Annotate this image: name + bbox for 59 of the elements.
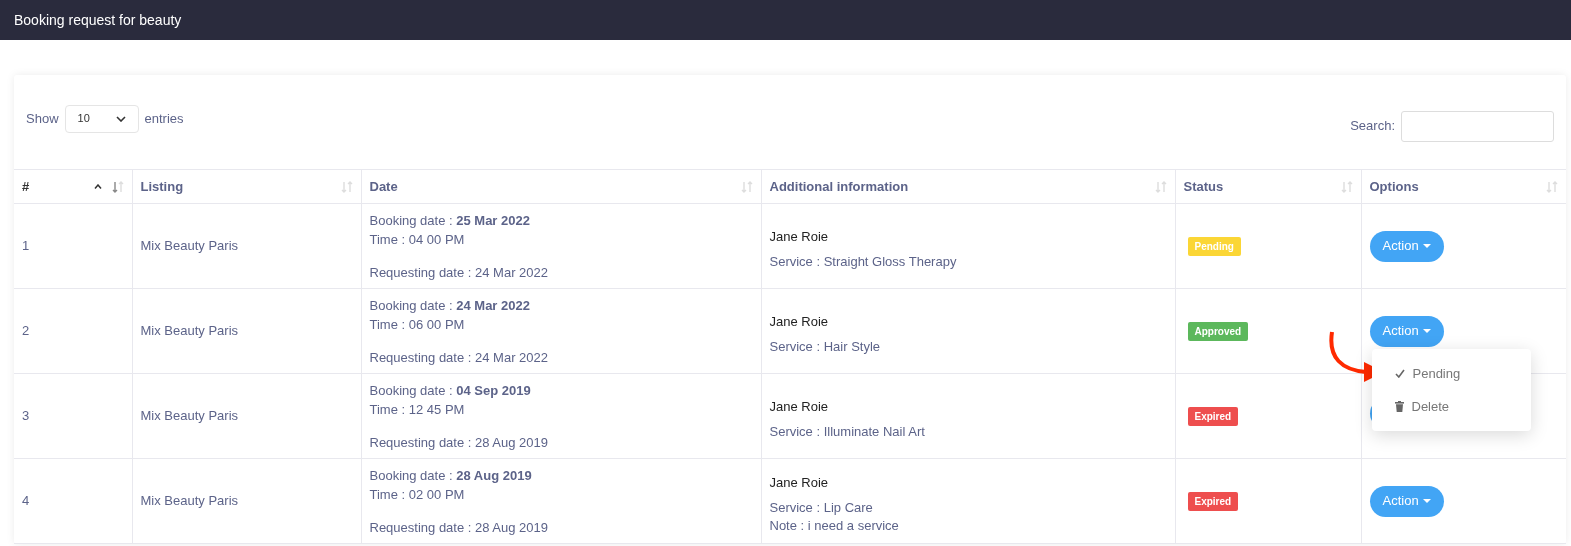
detail-text: Service : Straight Gloss Therapy	[769, 252, 958, 271]
trash-icon	[1394, 401, 1404, 412]
caret-down-icon	[1422, 329, 1431, 333]
entries-select[interactable]: 10	[64, 104, 139, 133]
search-label: Search:	[1350, 117, 1395, 136]
sort-icon	[1154, 180, 1167, 193]
booking-time: Time : 06 00 PM	[369, 315, 466, 334]
page-title: Booking request for beauty	[14, 10, 182, 30]
booking-time: Time : 12 45 PM	[369, 400, 466, 419]
menu-item[interactable]: Pending	[1371, 357, 1531, 390]
booking-date: Booking date : 25 Mar 2022	[369, 211, 531, 230]
requesting-date: Requesting date : 28 Aug 2019	[369, 518, 550, 537]
booking-time: Time : 02 00 PM	[369, 485, 466, 504]
table-cell: 4	[14, 458, 132, 544]
entries-label: entries	[144, 109, 184, 128]
booking-date: Booking date : 28 Aug 2019	[369, 466, 533, 485]
booking-time: Time : 04 00 PM	[369, 230, 466, 249]
requesting-date: Requesting date : 24 Mar 2022	[369, 263, 549, 282]
client-name: Jane Roie	[769, 398, 830, 417]
detail-text: Service : Hair Style	[769, 337, 882, 356]
requesting-date: Requesting date : 28 Aug 2019	[369, 433, 550, 452]
show-label: Show	[26, 109, 59, 128]
listing-cell: Mix Beauty Paris	[132, 203, 361, 289]
sort-icon	[1340, 180, 1353, 193]
search-field[interactable]	[1401, 110, 1554, 142]
client-name: Jane Roie	[769, 474, 830, 493]
listing-cell: Mix Beauty Paris	[132, 458, 361, 544]
table-cell: 2	[14, 288, 132, 374]
client-name: Jane Roie	[769, 228, 830, 247]
table-cell: 3	[14, 373, 132, 459]
status-badge: Expired	[1187, 492, 1239, 511]
listing-cell: Mix Beauty Paris	[132, 288, 361, 374]
sort-icon	[740, 180, 753, 193]
check-icon	[1394, 369, 1405, 378]
listing-cell: Mix Beauty Paris	[132, 373, 361, 459]
caret-down-icon	[1422, 499, 1431, 503]
column-header[interactable]: Status	[1175, 169, 1361, 204]
caret-up-icon	[93, 184, 102, 189]
booking-date: Booking date : 24 Mar 2022	[369, 296, 531, 315]
column-header[interactable]: Options	[1361, 169, 1566, 204]
column-header[interactable]: Date	[361, 169, 761, 204]
client-name: Jane Roie	[769, 313, 830, 332]
detail-text: Note : i need a service	[769, 516, 900, 535]
sort-icon	[1546, 180, 1558, 193]
column-header[interactable]: Additional information	[761, 169, 1175, 204]
detail-text: Service : Illuminate Nail Art	[769, 422, 926, 441]
status-badge: Approved	[1187, 322, 1249, 341]
detail-text: Service : Lip Care	[769, 498, 874, 517]
column-header[interactable]: Listing	[132, 169, 361, 204]
caret-down-icon	[1422, 244, 1431, 248]
table-cell: 1	[14, 203, 132, 289]
sort-icon	[111, 180, 124, 193]
status-badge: Expired	[1187, 407, 1239, 426]
sort-icon	[340, 180, 353, 193]
column-header[interactable]: #	[14, 169, 132, 204]
chevron-down-icon	[115, 115, 126, 122]
booking-date: Booking date : 04 Sep 2019	[369, 381, 532, 400]
status-badge: Pending	[1187, 237, 1241, 256]
requesting-date: Requesting date : 24 Mar 2022	[369, 348, 549, 367]
